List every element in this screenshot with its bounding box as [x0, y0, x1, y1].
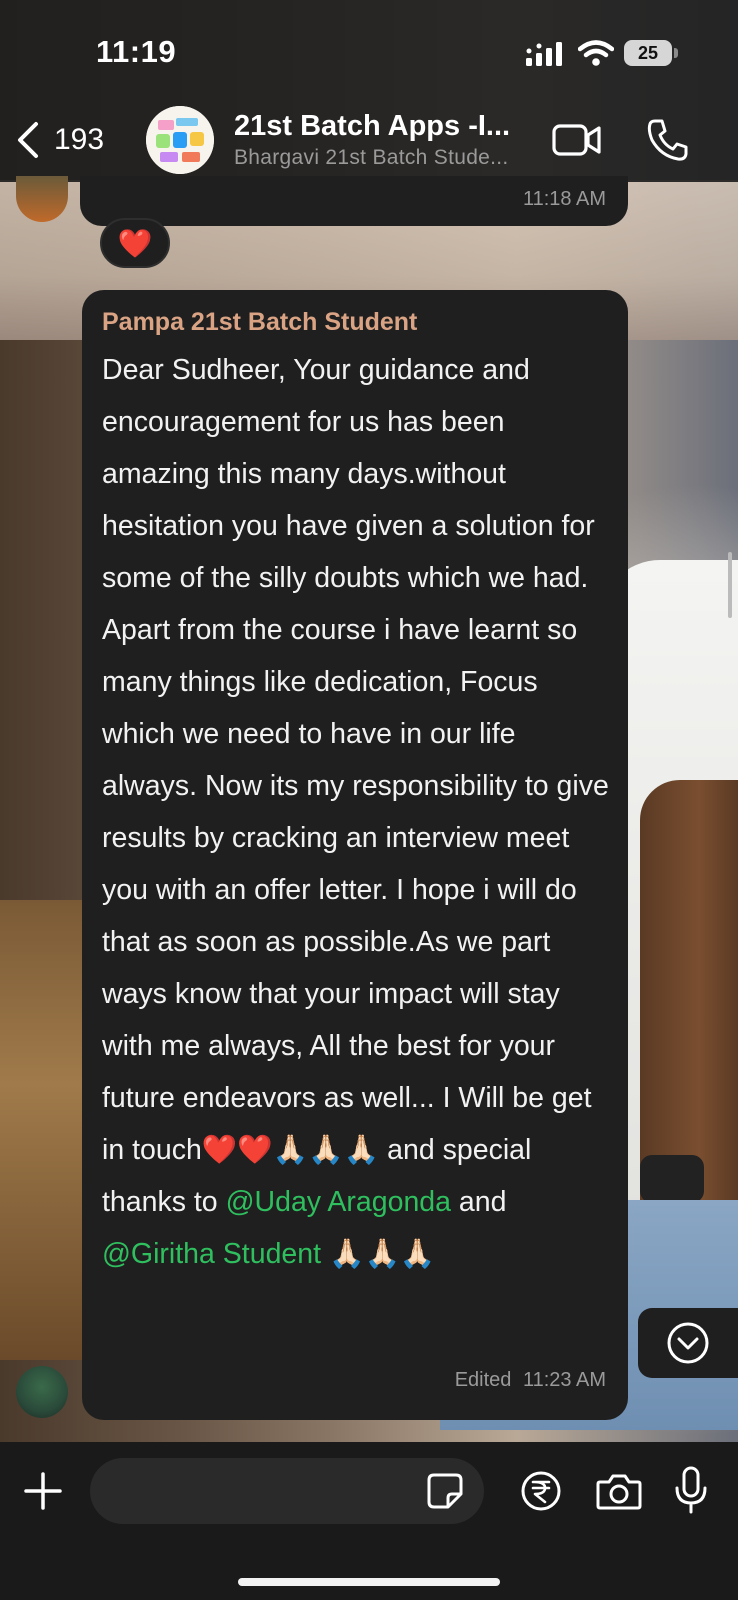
wallpaper-watch	[640, 1155, 704, 1203]
microphone-icon[interactable]	[674, 1466, 708, 1514]
unread-count: 193	[54, 123, 105, 156]
composer-bar	[0, 1442, 738, 1600]
chevron-down-circle-icon	[667, 1322, 709, 1364]
group-avatar-image	[146, 106, 214, 174]
chevron-left-icon	[18, 122, 38, 158]
video-call-button[interactable]	[552, 122, 602, 158]
home-indicator[interactable]	[238, 1578, 500, 1586]
back-button[interactable]: 193	[14, 114, 104, 166]
message-input[interactable]	[90, 1458, 484, 1524]
message-tail: 🙏🏻🙏🏻🙏🏻	[321, 1238, 436, 1270]
previous-message-time: 11:18 AM	[522, 188, 606, 210]
wifi-icon	[578, 40, 614, 66]
sticker-icon[interactable]	[426, 1472, 464, 1510]
message-text: Dear Sudheer, Your guidance and encourag…	[102, 344, 612, 1280]
status-time: 11:19	[96, 34, 177, 69]
message-meta: Edited 11:23 AM	[449, 1369, 606, 1392]
battery-tip	[674, 48, 678, 58]
heart-reaction[interactable]: ❤️	[100, 218, 170, 268]
voice-call-button[interactable]	[646, 118, 688, 162]
battery-indicator: 25	[624, 40, 672, 66]
scroll-indicator	[728, 552, 732, 618]
message-time: 11:23 AM	[522, 1369, 606, 1391]
sender-name[interactable]: Pampa 21st Batch Student	[102, 308, 417, 337]
mention-giritha[interactable]: @Giritha Student	[102, 1238, 321, 1270]
mention-uday[interactable]: @Uday Aragonda	[226, 1186, 451, 1218]
reaction-emoji: ❤️	[117, 227, 153, 259]
message-connector: and	[451, 1186, 507, 1218]
message-body: Dear Sudheer, Your guidance and encourag…	[102, 354, 609, 1218]
plus-icon[interactable]	[22, 1470, 64, 1512]
group-title[interactable]: 21st Batch Apps -I...	[234, 110, 510, 143]
status-bar: 11:19 25	[0, 0, 738, 100]
group-avatar[interactable]	[146, 106, 214, 174]
group-subtitle[interactable]: Bhargavi 21st Batch Stude...	[234, 146, 509, 170]
chat-header: 193 21st Batch Apps -I... Bhargavi 21st …	[0, 100, 738, 182]
message-bubble[interactable]: Pampa 21st Batch Student Dear Sudheer, Y…	[82, 290, 628, 1420]
battery-level: 25	[637, 42, 659, 63]
previous-message-bubble[interactable]: 11:18 AM	[80, 176, 628, 226]
camera-icon[interactable]	[596, 1472, 642, 1510]
cellular-signal-icon	[526, 42, 562, 66]
scroll-to-bottom-button[interactable]	[638, 1308, 738, 1378]
sender-avatar[interactable]	[16, 1366, 68, 1418]
edited-label: Edited	[454, 1369, 512, 1391]
rupee-payment-icon[interactable]	[520, 1470, 562, 1512]
